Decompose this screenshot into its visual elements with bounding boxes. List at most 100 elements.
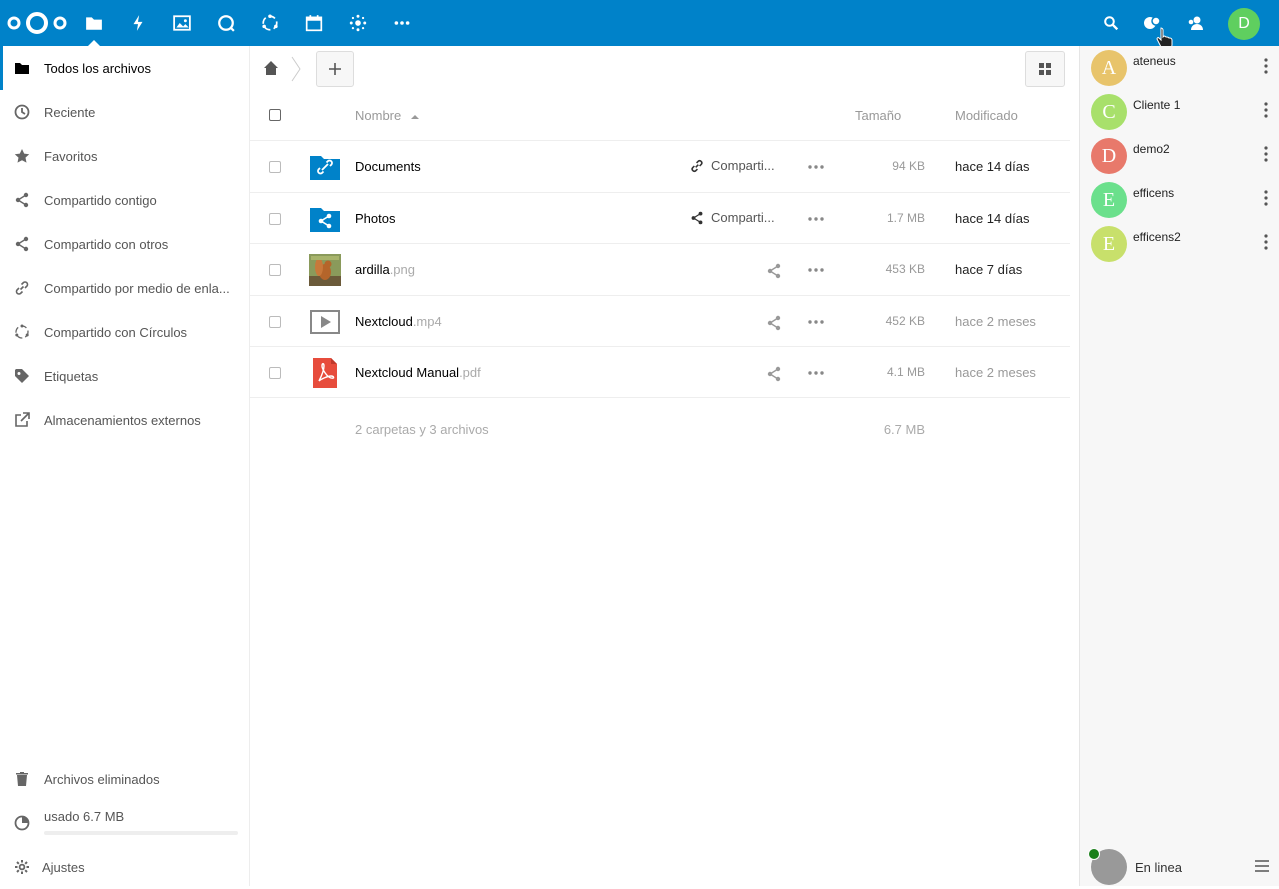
sidebar-item-recent[interactable]: Reciente	[0, 90, 249, 134]
contact-menu-icon[interactable]	[1264, 102, 1268, 118]
row-checkbox[interactable]	[269, 316, 281, 328]
avatar: C	[1091, 94, 1127, 130]
plus-icon	[329, 63, 341, 75]
share-icon	[14, 192, 30, 208]
top-bar: D	[0, 0, 1279, 49]
settings-button[interactable]: Ajustes	[0, 845, 249, 889]
row-checkbox[interactable]	[269, 264, 281, 276]
contact-item[interactable]: E efficens	[1080, 178, 1279, 222]
contact-name: Cliente 1	[1133, 98, 1181, 112]
contact-item[interactable]: A ateneus	[1080, 46, 1279, 90]
sidebar-item-shared-with-others[interactable]: Compartido con otros	[0, 222, 249, 266]
sidebar-item-tags[interactable]: Etiquetas	[0, 354, 249, 398]
file-name[interactable]: Nextcloud.mp4	[355, 314, 442, 329]
sidebar-item-shared-circles[interactable]: Compartido con Círculos	[0, 310, 249, 354]
talk-app-icon[interactable]	[204, 0, 248, 46]
more-actions-icon[interactable]	[808, 320, 824, 324]
contacts-icon[interactable]	[1174, 0, 1218, 46]
clock-icon	[14, 104, 30, 120]
file-name[interactable]: Photos	[355, 211, 395, 226]
contacts-panel: A ateneus C Cliente 1 D demo2 E efficens…	[1079, 46, 1279, 886]
quota-usage[interactable]: usado 6.7 MB	[0, 801, 249, 845]
share-status-button[interactable]: Comparti...	[690, 210, 775, 225]
file-name[interactable]: ardilla.png	[355, 262, 415, 277]
avatar: D	[1091, 138, 1127, 174]
contact-item[interactable]: E efficens2	[1080, 222, 1279, 266]
circles-icon	[14, 324, 30, 340]
more-actions-icon[interactable]	[808, 371, 824, 375]
nextcloud-logo[interactable]	[6, 10, 68, 36]
sidebar-item-shared-with-you[interactable]: Compartido contigo	[0, 178, 249, 222]
new-file-button[interactable]	[316, 51, 354, 87]
more-actions-icon[interactable]	[808, 165, 824, 169]
sidebar-item-favorites[interactable]: Favoritos	[0, 134, 249, 178]
more-actions-icon[interactable]	[808, 268, 824, 272]
share-icon[interactable]	[766, 263, 782, 279]
sidebar-item-all-files[interactable]: Todos los archivos	[0, 46, 249, 90]
pdf-file-icon	[313, 358, 337, 388]
file-modified: hace 14 días	[955, 211, 1030, 226]
more-actions-icon[interactable]	[808, 217, 824, 221]
share-status-button[interactable]: Comparti...	[690, 158, 775, 173]
select-all-checkbox[interactable]	[269, 109, 281, 121]
sidebar-item-deleted-files[interactable]: Archivos eliminados	[0, 757, 249, 801]
file-list-area: Nombre Tamaño Modificado Documents Compa…	[250, 46, 1079, 886]
row-checkbox[interactable]	[269, 367, 281, 379]
file-name[interactable]: Documents	[355, 159, 421, 174]
column-header-name[interactable]: Nombre	[355, 108, 419, 123]
gallery-app-icon[interactable]	[160, 0, 204, 46]
files-app-icon[interactable]	[72, 0, 116, 46]
search-icon[interactable]	[1089, 0, 1133, 46]
grid-view-toggle[interactable]	[1025, 51, 1065, 87]
file-size: 4.1 MB	[886, 365, 925, 379]
more-apps-icon[interactable]	[380, 0, 424, 46]
sidebar-item-label: Compartido contigo	[44, 192, 157, 208]
sidebar-item-label: Compartido con otros	[44, 236, 169, 252]
table-row[interactable]: ardilla.png 453 KB hace 7 días	[250, 243, 1070, 295]
share-icon[interactable]	[766, 366, 782, 382]
calendar-app-icon[interactable]	[292, 0, 336, 46]
table-row[interactable]: Nextcloud.mp4 452 KB hace 2 meses	[250, 295, 1070, 347]
circles-app-icon[interactable]	[248, 0, 292, 46]
image-thumbnail	[309, 254, 341, 286]
table-row[interactable]: Documents Comparti... 94 KB hace 14 días	[250, 140, 1070, 192]
column-header-modified[interactable]: Modificado	[955, 108, 1018, 123]
row-checkbox[interactable]	[269, 161, 281, 173]
social-app-icon[interactable]	[336, 0, 380, 46]
file-size: 1.7 MB	[886, 211, 925, 225]
sidebar-item-shared-by-link[interactable]: Compartido por medio de enla...	[0, 266, 249, 310]
contact-name: efficens2	[1133, 230, 1181, 244]
table-row[interactable]: Photos Comparti... 1.7 MB hace 14 días	[250, 192, 1070, 244]
contact-menu-icon[interactable]	[1264, 146, 1268, 162]
file-name[interactable]: Nextcloud Manual.pdf	[355, 365, 481, 380]
divider	[250, 397, 1070, 398]
share-icon[interactable]	[766, 315, 782, 331]
row-checkbox[interactable]	[269, 213, 281, 225]
contact-menu-icon[interactable]	[1264, 234, 1268, 250]
tag-icon	[14, 368, 30, 384]
file-modified: hace 2 meses	[955, 314, 1036, 329]
sidebar-item-external-storage[interactable]: Almacenamientos externos	[0, 398, 249, 442]
link-icon	[14, 280, 30, 296]
contact-menu-icon[interactable]	[1264, 58, 1268, 74]
home-icon[interactable]	[263, 60, 279, 81]
contact-name: ateneus	[1133, 54, 1176, 68]
user-status[interactable]: En linea	[1080, 846, 1279, 886]
gear-icon	[14, 859, 30, 875]
activity-app-icon[interactable]	[116, 0, 160, 46]
file-size: 453 KB	[885, 262, 925, 276]
column-header-size[interactable]: Tamaño	[855, 108, 901, 123]
contact-item[interactable]: C Cliente 1	[1080, 90, 1279, 134]
sidebar-item-label: Compartido por medio de enla...	[44, 280, 230, 296]
contact-menu-icon[interactable]	[1264, 190, 1268, 206]
status-label: En linea	[1135, 860, 1182, 875]
user-avatar[interactable]: D	[1228, 8, 1260, 40]
table-row[interactable]: Nextcloud Manual.pdf 4.1 MB hace 2 meses	[250, 346, 1070, 398]
avatar: E	[1091, 182, 1127, 218]
avatar: A	[1091, 50, 1127, 86]
contact-item[interactable]: D demo2	[1080, 134, 1279, 178]
hamburger-menu-icon[interactable]	[1255, 860, 1269, 872]
contact-name: efficens	[1133, 186, 1175, 200]
trash-icon	[14, 771, 30, 787]
folder-link-icon	[310, 156, 340, 180]
